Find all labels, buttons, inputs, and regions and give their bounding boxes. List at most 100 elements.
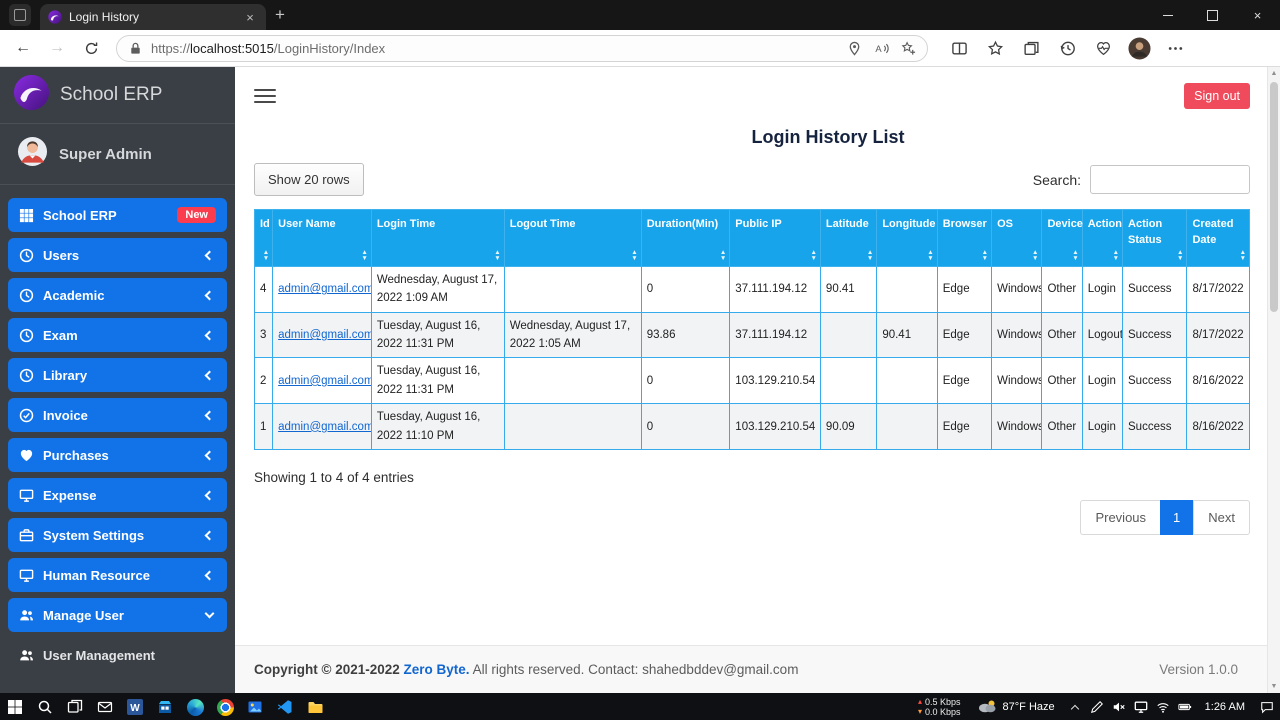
tray-pen-icon[interactable] bbox=[1086, 693, 1108, 720]
column-header-longitude[interactable]: Longitude ▲ ▼ bbox=[876, 209, 938, 267]
vertical-scrollbar[interactable]: ▲ ▼ bbox=[1267, 67, 1280, 693]
sidebar: School ERP Super Admin School ERP New User… bbox=[0, 67, 235, 693]
sign-out-button[interactable]: Sign out bbox=[1184, 83, 1250, 109]
collections-icon[interactable] bbox=[1016, 34, 1046, 62]
close-window-button[interactable]: × bbox=[1235, 0, 1280, 30]
new-tab-button[interactable]: + bbox=[266, 5, 294, 25]
forward-button[interactable]: → bbox=[40, 33, 74, 63]
tray-monitor-icon[interactable] bbox=[1130, 693, 1152, 720]
sidebar-item-system-settings[interactable]: System Settings bbox=[8, 518, 227, 552]
check-circle-icon bbox=[19, 408, 34, 423]
address-bar[interactable]: https://localhost:5015/LoginHistory/Inde… bbox=[116, 34, 928, 62]
column-header-id[interactable]: Id ▲ ▼ bbox=[253, 209, 274, 267]
email-link[interactable]: admin@gmail.com bbox=[278, 421, 370, 433]
scroll-up-icon[interactable]: ▲ bbox=[1271, 67, 1278, 80]
refresh-button[interactable] bbox=[74, 33, 108, 63]
cell-browser: Edge bbox=[936, 265, 993, 313]
url-text[interactable]: https://localhost:5015/LoginHistory/Inde… bbox=[151, 41, 839, 56]
column-header-duration-min[interactable]: Duration(Min) ▲ ▼ bbox=[640, 209, 731, 267]
sidebar-item-manage-user[interactable]: Manage User bbox=[8, 598, 227, 632]
taskbar-store-icon[interactable] bbox=[150, 693, 180, 720]
menu-toggle-button[interactable] bbox=[254, 85, 276, 107]
weather-widget[interactable]: 87°F Haze bbox=[968, 699, 1064, 716]
hidden-icons-caret[interactable] bbox=[1070, 704, 1079, 713]
tray-wifi-icon[interactable] bbox=[1152, 693, 1174, 720]
back-button[interactable]: ← bbox=[6, 33, 40, 63]
email-link[interactable]: admin@gmail.com bbox=[278, 283, 370, 295]
column-header-public-ip[interactable]: Public IP ▲ ▼ bbox=[729, 209, 821, 267]
scroll-down-icon[interactable]: ▼ bbox=[1271, 680, 1278, 693]
browser-essentials-icon[interactable] bbox=[1088, 34, 1118, 62]
add-favorite-icon[interactable] bbox=[901, 40, 916, 56]
sidebar-item-users[interactable]: Users bbox=[8, 238, 227, 272]
email-link[interactable]: admin@gmail.com bbox=[278, 375, 370, 387]
tab-actions-button[interactable] bbox=[9, 4, 31, 26]
show-rows-button[interactable]: Show 20 rows bbox=[254, 163, 364, 196]
email-link[interactable]: admin@gmail.com bbox=[278, 329, 370, 341]
profile-avatar[interactable] bbox=[1124, 34, 1154, 62]
taskbar-vscode-icon[interactable] bbox=[270, 693, 300, 720]
chevron-left-icon bbox=[204, 410, 215, 420]
tab-actions-icon bbox=[14, 9, 26, 21]
favorites-icon[interactable] bbox=[980, 34, 1010, 62]
tray-icons bbox=[1086, 693, 1196, 720]
read-aloud-icon[interactable]: A bbox=[874, 41, 889, 56]
column-header-user-name[interactable]: User Name ▲ ▼ bbox=[272, 209, 372, 267]
table-header-row: Id ▲ ▼ User Name ▲ ▼ Login Time ▲ ▼ Logout Time ▲ ▼… bbox=[253, 209, 1250, 267]
taskbar-file-explorer-icon[interactable] bbox=[300, 693, 330, 720]
cell-public-ip: 103.129.210.54 bbox=[729, 403, 821, 450]
minimize-button[interactable] bbox=[1145, 0, 1190, 30]
sort-icon: ▲ ▼ bbox=[1177, 248, 1184, 263]
action-center-icon[interactable] bbox=[1254, 693, 1280, 720]
tray-volume-mute-icon[interactable] bbox=[1108, 693, 1130, 720]
column-header-device[interactable]: Device ▲ ▼ bbox=[1041, 209, 1083, 267]
more-menu-icon[interactable] bbox=[1160, 34, 1190, 62]
taskbar-mail-icon[interactable] bbox=[90, 693, 120, 720]
taskbar-edge-icon[interactable] bbox=[180, 693, 210, 720]
sidebar-item-label: User Management bbox=[43, 647, 155, 663]
search-input[interactable] bbox=[1090, 165, 1250, 194]
taskbar-word-icon[interactable]: W bbox=[120, 693, 150, 720]
sidebar-item-invoice[interactable]: Invoice bbox=[8, 398, 227, 432]
next-page-button[interactable]: Next bbox=[1193, 500, 1250, 535]
table-row: 3 admin@gmail.com Tuesday, August 16, 2022… bbox=[253, 311, 1250, 359]
history-icon[interactable] bbox=[1052, 34, 1082, 62]
column-header-logout-time[interactable]: Logout Time ▲ ▼ bbox=[503, 209, 642, 267]
sidebar-item-user-management[interactable]: User Management bbox=[8, 638, 227, 672]
tab-close-icon[interactable]: × bbox=[242, 10, 258, 25]
column-header-os[interactable]: OS ▲ ▼ bbox=[991, 209, 1043, 267]
column-header-latitude[interactable]: Latitude ▲ ▼ bbox=[819, 209, 878, 267]
split-screen-icon[interactable] bbox=[944, 34, 974, 62]
sidebar-item-library[interactable]: Library bbox=[8, 358, 227, 392]
weather-text: 87°F Haze bbox=[1002, 701, 1055, 713]
monitor-icon bbox=[19, 568, 34, 583]
taskbar-chrome-icon[interactable] bbox=[210, 693, 240, 720]
browser-tab[interactable]: Login History × bbox=[40, 4, 266, 30]
sidebar-item-academic[interactable]: Academic bbox=[8, 278, 227, 312]
sidebar-item-purchases[interactable]: Purchases bbox=[8, 438, 227, 472]
column-header-created-date[interactable]: Created Date ▲ ▼ bbox=[1186, 209, 1250, 267]
sidebar-item-exam[interactable]: Exam bbox=[8, 318, 227, 352]
tray-battery-icon[interactable] bbox=[1174, 693, 1196, 720]
cell-duration-min: 0 bbox=[640, 403, 731, 450]
sidebar-item-human-resource[interactable]: Human Resource bbox=[8, 558, 227, 592]
sidebar-item-expense[interactable]: Expense bbox=[8, 478, 227, 512]
taskbar-clock[interactable]: 1:26 AM bbox=[1196, 701, 1254, 713]
column-header-action-status[interactable]: Action Status ▲ ▼ bbox=[1122, 209, 1188, 267]
cell-action-status: Success bbox=[1122, 403, 1188, 450]
taskbar-search-icon[interactable] bbox=[30, 693, 60, 720]
taskbar-start-icon[interactable] bbox=[0, 693, 30, 720]
column-header-login-time[interactable]: Login Time ▲ ▼ bbox=[370, 209, 505, 267]
scrollbar-thumb[interactable] bbox=[1270, 82, 1278, 312]
net-speed-monitor[interactable]: ▴ 0.5 Kbps ▾ 0.0 Kbps bbox=[911, 697, 968, 717]
maximize-button[interactable] bbox=[1190, 0, 1235, 30]
taskbar-photos-icon[interactable] bbox=[240, 693, 270, 720]
page-1-button[interactable]: 1 bbox=[1160, 500, 1194, 535]
column-header-action[interactable]: Action ▲ ▼ bbox=[1081, 209, 1124, 267]
taskbar-task-view-icon[interactable] bbox=[60, 693, 90, 720]
cell-created-date: 8/17/2022 bbox=[1186, 265, 1250, 313]
sidebar-item-school-erp[interactable]: School ERP New bbox=[8, 198, 227, 232]
column-header-browser[interactable]: Browser ▲ ▼ bbox=[936, 209, 993, 267]
previous-page-button[interactable]: Previous bbox=[1080, 500, 1161, 535]
location-permission-icon[interactable] bbox=[847, 41, 862, 56]
